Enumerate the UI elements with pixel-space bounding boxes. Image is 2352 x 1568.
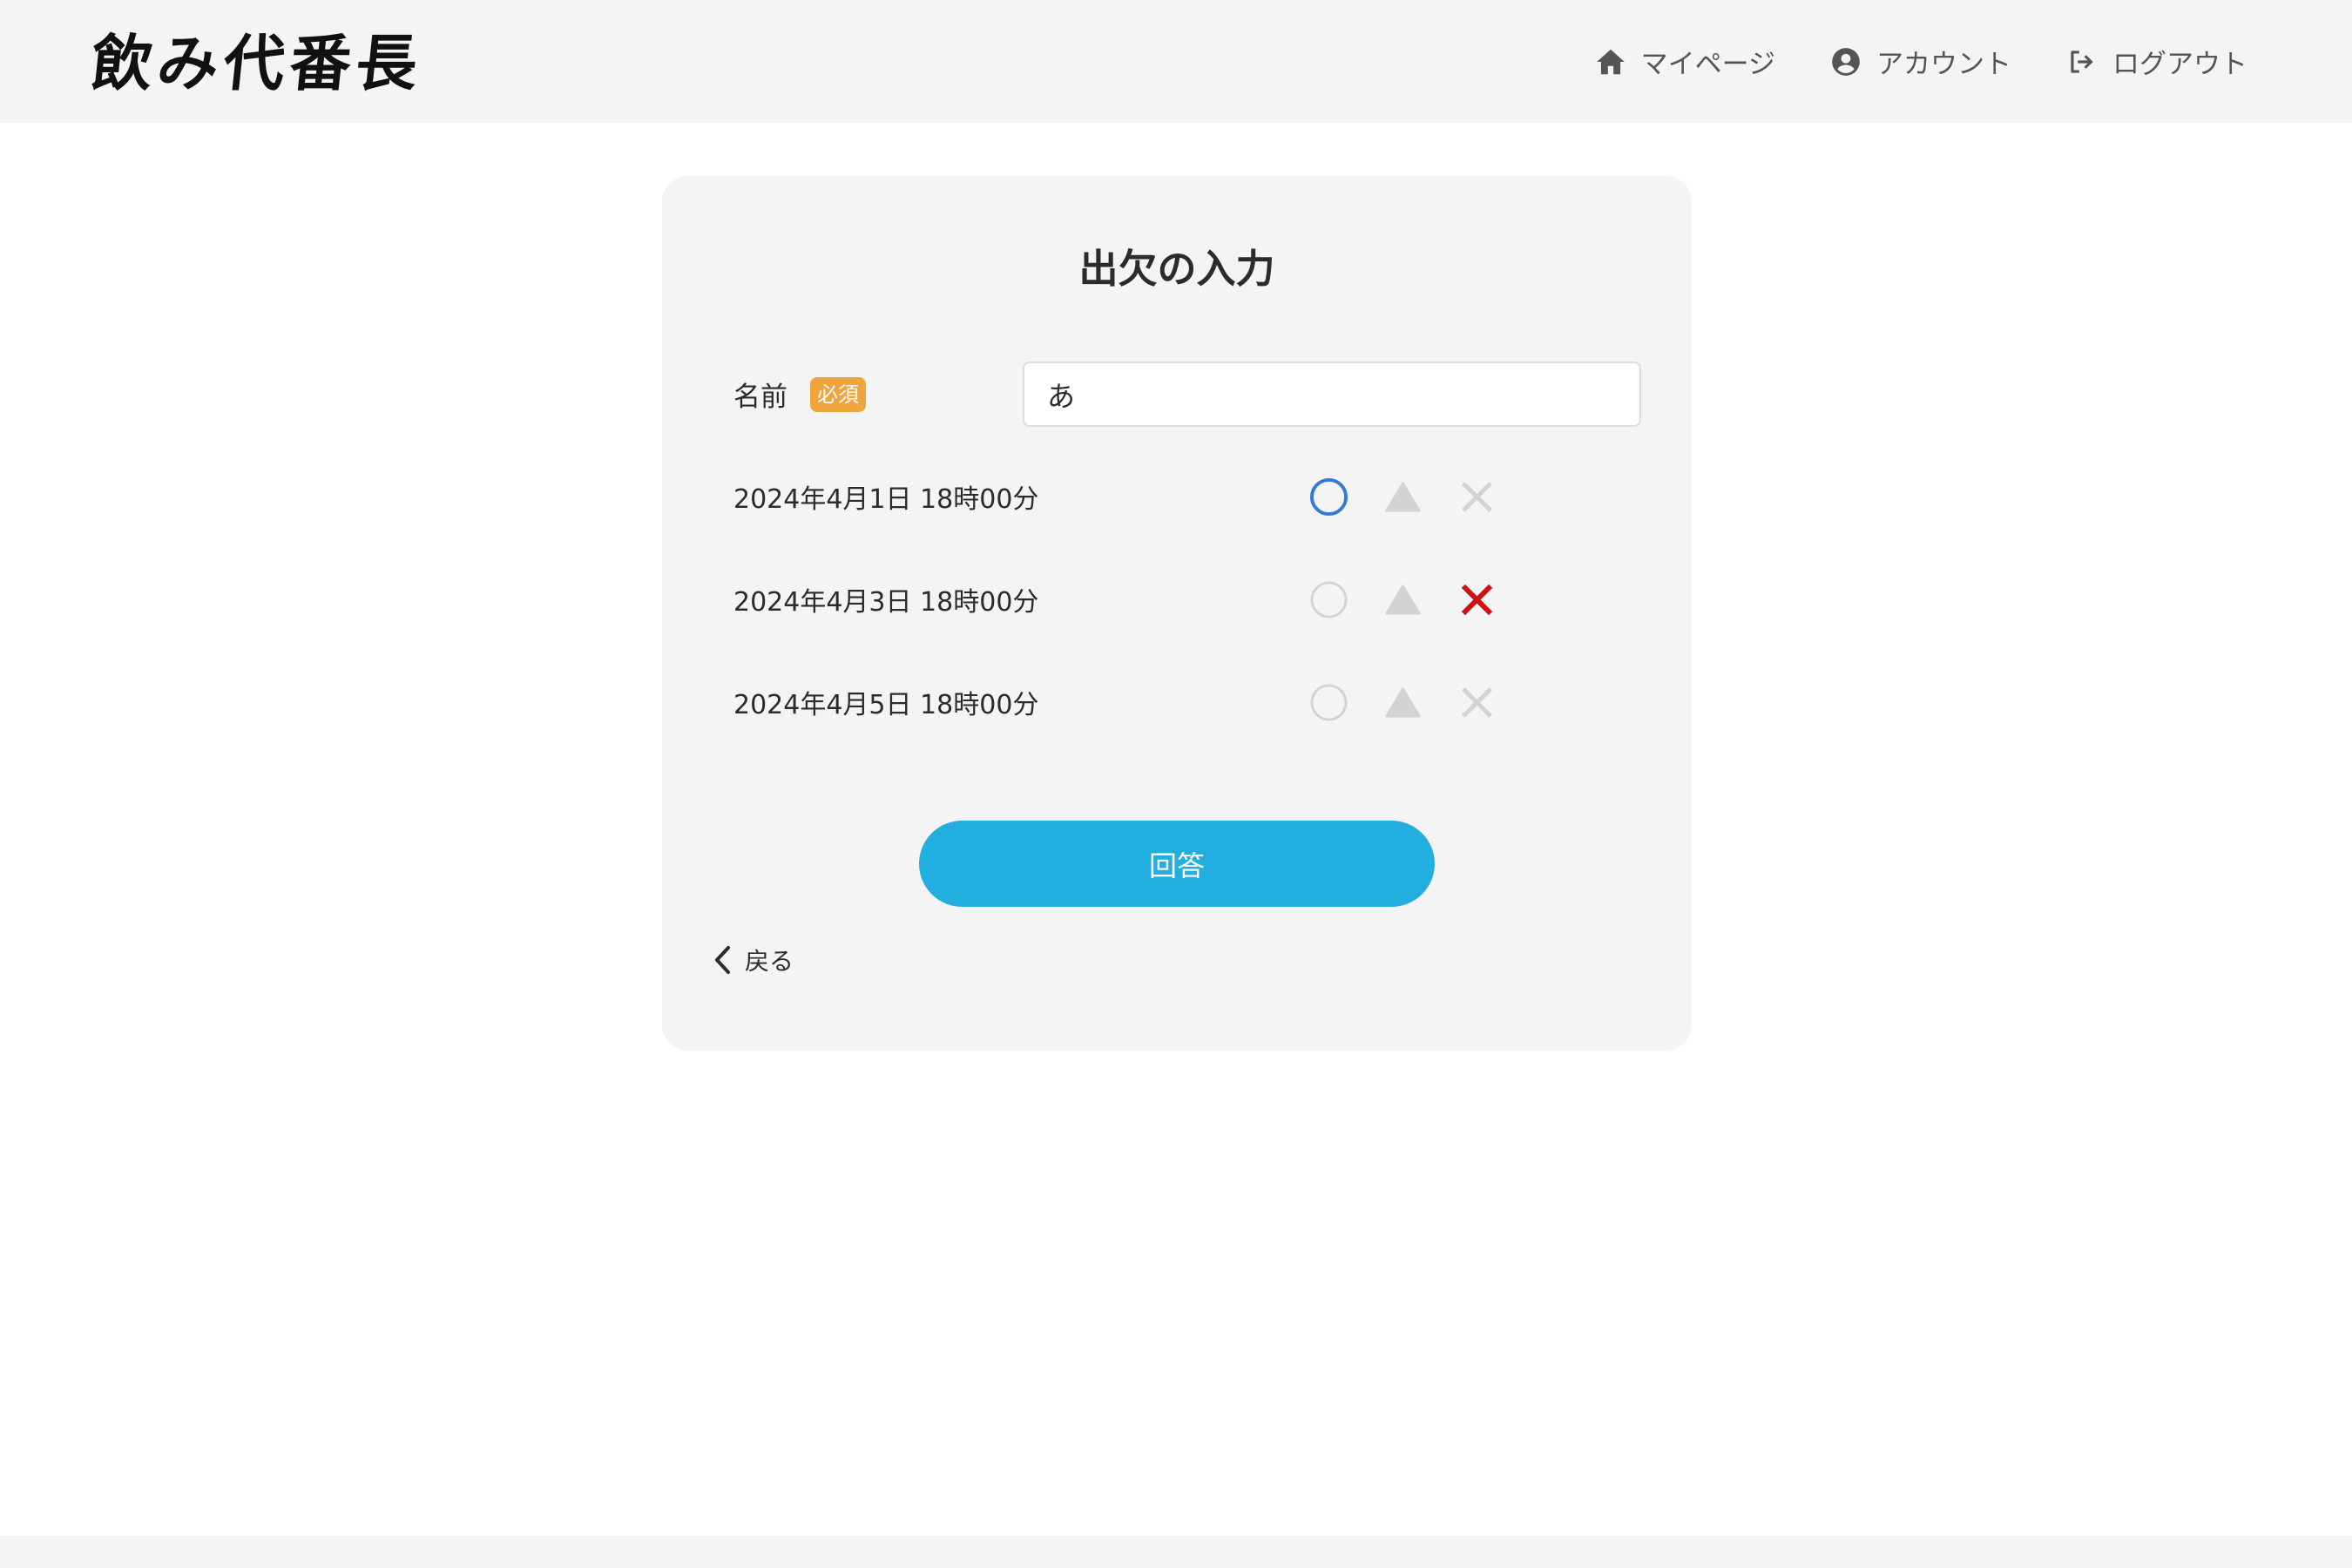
circle-icon bbox=[1310, 683, 1348, 721]
cross-icon bbox=[1462, 686, 1492, 718]
nav-mypage-label: マイページ bbox=[1640, 49, 1775, 80]
triangle-icon bbox=[1385, 686, 1421, 718]
date-label: 2024年4月3日 18時00分 bbox=[733, 587, 1039, 618]
nav-account[interactable]: アカウント bbox=[1829, 42, 2011, 81]
date-row: 2024年4月5日 18時00分 bbox=[733, 676, 1605, 728]
date-label: 2024年4月5日 18時00分 bbox=[733, 690, 1039, 720]
nav-logout-label: ログアウト bbox=[2112, 49, 2247, 80]
name-label-group: 名前 必須 bbox=[733, 375, 866, 414]
logout-icon bbox=[2071, 50, 2093, 73]
name-label: 名前 bbox=[733, 382, 787, 413]
maybe-option[interactable] bbox=[1382, 476, 1423, 517]
maybe-option[interactable] bbox=[1382, 682, 1423, 723]
attendance-card: 出欠の入力 名前 必須 2024年4月1日 18時00分 2024年4月3日 1… bbox=[662, 176, 1692, 1051]
triangle-icon bbox=[1385, 481, 1421, 512]
footer-bar bbox=[0, 1536, 2352, 1568]
page-title: 出欠の入力 bbox=[1078, 246, 1275, 292]
attend-option[interactable] bbox=[1308, 579, 1349, 620]
chevron-left-icon bbox=[715, 946, 730, 974]
nav-logout[interactable]: ログアウト bbox=[2065, 42, 2247, 81]
triangle-icon bbox=[1385, 584, 1421, 615]
app-logo[interactable]: 飲み代番長 bbox=[88, 26, 427, 100]
attendance-choices bbox=[1308, 682, 1497, 723]
attend-option[interactable] bbox=[1308, 682, 1349, 723]
header-bar: 飲み代番長 マイページ アカウント ログアウト bbox=[0, 0, 2352, 123]
cross-icon bbox=[1462, 481, 1492, 512]
date-row: 2024年4月1日 18時00分 bbox=[733, 470, 1605, 523]
circle-icon bbox=[1309, 477, 1348, 516]
name-input[interactable] bbox=[1023, 362, 1641, 427]
back-label: 戻る bbox=[745, 947, 794, 976]
attend-option[interactable] bbox=[1308, 476, 1349, 517]
nav-mypage[interactable]: マイページ bbox=[1594, 42, 1775, 81]
top-nav: マイページ アカウント ログアウト bbox=[1594, 0, 2247, 123]
absent-option[interactable] bbox=[1456, 476, 1497, 517]
attendance-choices bbox=[1308, 476, 1497, 517]
home-icon bbox=[1596, 49, 1625, 74]
attendance-choices bbox=[1308, 579, 1497, 620]
submit-button[interactable]: 回答 bbox=[919, 821, 1435, 907]
date-label: 2024年4月1日 18時00分 bbox=[733, 484, 1039, 515]
maybe-option[interactable] bbox=[1382, 579, 1423, 620]
circle-icon bbox=[1310, 580, 1348, 618]
nav-account-label: アカウント bbox=[1876, 49, 2011, 80]
required-badge: 必須 bbox=[810, 376, 866, 412]
date-row: 2024年4月3日 18時00分 bbox=[733, 573, 1605, 625]
back-link[interactable]: 戻る bbox=[710, 943, 794, 977]
absent-option[interactable] bbox=[1456, 579, 1497, 620]
absent-option[interactable] bbox=[1456, 682, 1497, 723]
user-circle-icon bbox=[1832, 47, 1860, 76]
cross-icon bbox=[1461, 584, 1493, 615]
